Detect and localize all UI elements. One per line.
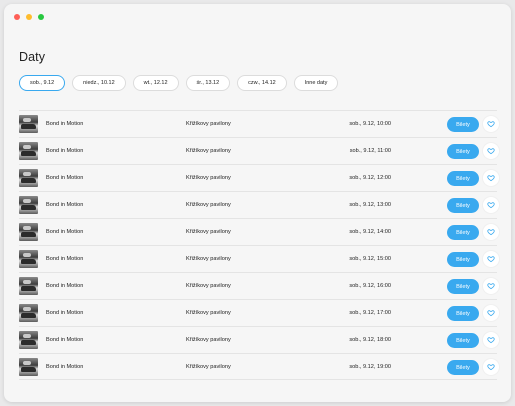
event-thumbnail <box>19 115 38 133</box>
tickets-button[interactable]: Bilety <box>447 198 479 213</box>
event-name: Bond in Motion <box>46 363 84 370</box>
date-filter-chip[interactable]: śr., 13.12 <box>185 75 231 91</box>
event-datetime: sob., 9.12, 13:00 <box>349 202 391 208</box>
event-name: Bond in Motion <box>46 121 84 127</box>
event-venue: Křižíkovy pavilony <box>186 148 231 154</box>
heart-icon <box>487 174 495 182</box>
date-filter-chip[interactable]: czw., 14.12 <box>237 75 287 91</box>
event-name: Bond in Motion <box>46 175 84 181</box>
event-list: Bond in Motion Křižíkovy pavilony sob., 9.… <box>19 110 499 380</box>
close-window-button[interactable] <box>14 14 20 20</box>
date-filter-chip[interactable]: wt., 12.12 <box>132 75 179 91</box>
date-filter-bar: sob., 9.12 niedz., 10.12 wt., 12.12 śr., 13… <box>19 75 339 91</box>
event-row: Bond in Motion Křižíkovy pavilony sob., 9.… <box>19 353 499 380</box>
heart-icon <box>487 336 495 344</box>
heart-icon <box>487 363 495 371</box>
event-thumbnail <box>19 304 38 322</box>
event-venue: Křižíkovy pavilony <box>186 121 231 127</box>
event-thumbnail <box>19 358 38 376</box>
event-name: Bond in Motion <box>46 229 84 235</box>
favorite-button[interactable] <box>483 332 499 348</box>
event-datetime: sob., 9.12, 15:00 <box>349 256 391 262</box>
favorite-button[interactable] <box>483 305 499 321</box>
event-row: Bond in Motion Křižíkovy pavilony sob., 9.… <box>19 110 499 137</box>
event-row: Bond in Motion Křižíkovy pavilony sob., 9.… <box>19 137 499 164</box>
heart-icon <box>487 255 495 263</box>
date-filter-chip[interactable]: sob., 9.12 <box>19 75 66 91</box>
event-venue: Křižíkovy pavilony <box>186 337 231 343</box>
event-row: Bond in Motion Křižíkovy pavilony sob., 9.… <box>19 218 499 245</box>
event-thumbnail <box>19 223 38 241</box>
favorite-button[interactable] <box>483 224 499 240</box>
event-name: Bond in Motion <box>46 202 84 208</box>
app-window: Daty sob., 9.12 niedz., 10.12 wt., 12.12 śr… <box>4 4 511 402</box>
maximize-window-button[interactable] <box>38 14 44 20</box>
event-name: Bond in Motion <box>46 148 84 154</box>
heart-icon <box>487 282 495 290</box>
heart-icon <box>487 309 495 317</box>
event-thumbnail <box>19 169 38 187</box>
date-filter-chip[interactable]: niedz., 10.12 <box>72 75 126 91</box>
tickets-button[interactable]: Bilety <box>447 117 479 132</box>
favorite-button[interactable] <box>483 197 499 213</box>
event-venue: Křižíkovy pavilony <box>186 256 231 262</box>
favorite-button[interactable] <box>483 251 499 267</box>
event-datetime: sob., 9.12, 18:00 <box>349 337 391 343</box>
event-row: Bond in Motion Křižíkovy pavilony sob., 9.… <box>19 191 499 218</box>
event-row: Bond in Motion Křižíkovy pavilony sob., 9.… <box>19 245 499 272</box>
event-thumbnail <box>19 277 38 295</box>
heart-icon <box>487 228 495 236</box>
tickets-button[interactable]: Bilety <box>447 252 479 267</box>
tickets-button[interactable]: Bilety <box>447 144 479 159</box>
event-venue: Křižíkovy pavilony <box>186 202 231 208</box>
event-thumbnail <box>19 331 38 349</box>
favorite-button[interactable] <box>483 278 499 294</box>
event-row: Bond in Motion Křižíkovy pavilony sob., 9.… <box>19 164 499 191</box>
event-venue: Křižíkovy pavilony <box>186 229 231 235</box>
event-name: Bond in Motion <box>46 256 84 262</box>
event-venue: Křižíkovy pavilony <box>186 175 231 181</box>
event-row: Bond in Motion Křižíkovy pavilony sob., 9.… <box>19 326 499 353</box>
event-datetime: sob., 9.12, 12:00 <box>349 175 391 181</box>
tickets-button[interactable]: Bilety <box>447 171 479 186</box>
event-datetime: sob., 9.12, 10:00 <box>349 121 391 127</box>
tickets-button[interactable]: Bilety <box>447 360 479 375</box>
event-thumbnail <box>19 196 38 214</box>
event-venue: Křižíkovy pavilony <box>186 363 231 370</box>
tickets-button[interactable]: Bilety <box>447 306 479 321</box>
event-venue: Křižíkovy pavilony <box>186 310 231 316</box>
page-title: Daty <box>19 50 46 64</box>
event-thumbnail <box>19 250 38 268</box>
heart-icon <box>487 147 495 155</box>
minimize-window-button[interactable] <box>26 14 32 20</box>
tickets-button[interactable]: Bilety <box>447 333 479 348</box>
favorite-button[interactable] <box>483 143 499 159</box>
tickets-button[interactable]: Bilety <box>447 225 479 240</box>
event-row: Bond in Motion Křižíkovy pavilony sob., 9.… <box>19 272 499 299</box>
heart-icon <box>487 201 495 209</box>
event-venue: Křižíkovy pavilony <box>186 283 231 289</box>
event-name: Bond in Motion <box>46 337 84 343</box>
event-datetime: sob., 9.12, 16:00 <box>349 283 391 289</box>
event-thumbnail <box>19 142 38 160</box>
date-filter-chip[interactable]: Inne daty <box>293 75 339 91</box>
favorite-button[interactable] <box>483 116 499 132</box>
window-controls <box>14 14 44 20</box>
event-datetime: sob., 9.12, 11:00 <box>349 148 391 154</box>
event-datetime: sob., 9.12, 19:00 <box>349 363 391 370</box>
favorite-button[interactable] <box>483 359 499 375</box>
heart-icon <box>487 120 495 128</box>
tickets-button[interactable]: Bilety <box>447 279 479 294</box>
favorite-button[interactable] <box>483 170 499 186</box>
event-datetime: sob., 9.12, 17:00 <box>349 310 391 316</box>
event-name: Bond in Motion <box>46 310 84 316</box>
event-row: Bond in Motion Křižíkovy pavilony sob., 9.… <box>19 299 499 326</box>
event-name: Bond in Motion <box>46 283 84 289</box>
event-datetime: sob., 9.12, 14:00 <box>349 229 391 235</box>
